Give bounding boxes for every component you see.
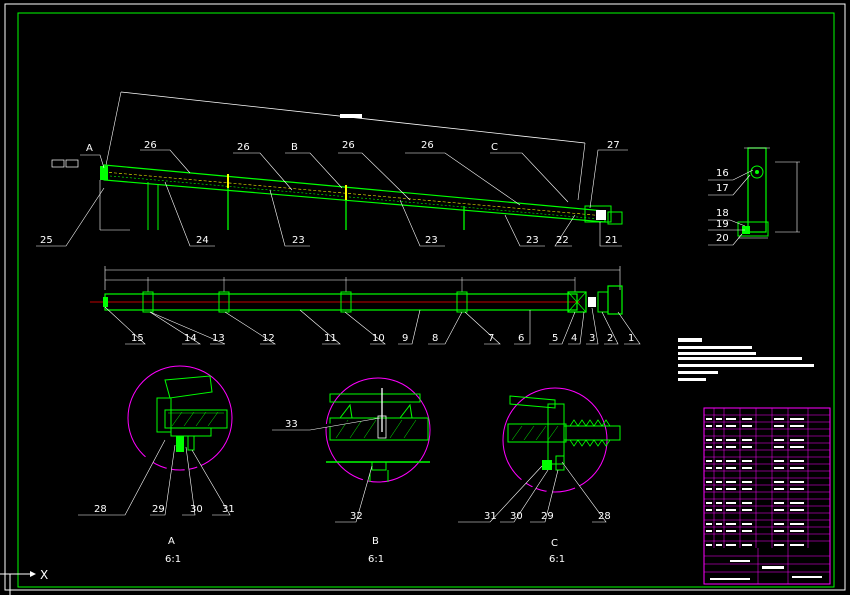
callout-21: 21	[605, 235, 618, 246]
callout-22: 22	[556, 235, 569, 246]
callout-19: 19	[716, 219, 729, 230]
detail-view-b: 33 32 B 6:1	[272, 377, 431, 565]
inner-frame	[17, 12, 835, 588]
callout-26-b: 26	[237, 142, 250, 153]
detail-a-label: A	[168, 536, 175, 547]
callout-17: 17	[716, 183, 729, 194]
callout-4: 4	[571, 333, 577, 344]
detail-a-scale: 6:1	[165, 554, 181, 565]
detail-a-callout-31: 31	[222, 504, 235, 515]
callout-a: A	[86, 143, 93, 154]
callout-26-d: 26	[421, 140, 434, 151]
plan-view: 15 14 13 12 11 10 9 8 7 6 5 4 3 2 1	[90, 266, 641, 345]
detail-c-callout-29: 29	[541, 511, 554, 522]
callout-5: 5	[552, 333, 558, 344]
callout-23-b: 23	[425, 235, 438, 246]
callout-26-a: 26	[144, 140, 157, 151]
callout-9: 9	[402, 333, 408, 344]
detail-c-callout-28: 28	[598, 511, 611, 522]
callout-12: 12	[262, 333, 275, 344]
callout-23-c: 23	[526, 235, 539, 246]
detail-c-callout-30: 30	[510, 511, 523, 522]
callout-23-a: 23	[292, 235, 305, 246]
callout-18: 18	[716, 208, 729, 219]
end-view: 16 17 18 19 20	[708, 147, 800, 246]
callout-1: 1	[628, 333, 634, 344]
ucs-x-label: X	[40, 568, 48, 582]
detail-a-callout-29: 29	[152, 504, 165, 515]
callout-2: 2	[607, 333, 613, 344]
detail-c-callout-31: 31	[484, 511, 497, 522]
callout-3: 3	[589, 333, 595, 344]
callout-13: 13	[212, 333, 225, 344]
callout-11: 11	[324, 333, 337, 344]
callout-10: 10	[372, 333, 385, 344]
ucs-icon: X	[0, 568, 48, 595]
callout-27: 27	[607, 140, 620, 151]
callout-25: 25	[40, 235, 53, 246]
callout-16: 16	[716, 168, 729, 179]
detail-b-callout-33: 33	[285, 419, 298, 430]
detail-b-scale: 6:1	[368, 554, 384, 565]
callout-24: 24	[196, 235, 209, 246]
callout-14: 14	[184, 333, 197, 344]
callout-6: 6	[518, 333, 524, 344]
callout-7: 7	[488, 333, 494, 344]
cad-drawing-canvas[interactable]: 26 26 B 26 26 C 27 A 25 24 23 23 23 22 2…	[0, 0, 850, 595]
detail-view-c: 31 30 29 28 C 6:1	[458, 387, 621, 565]
callout-20: 20	[716, 233, 729, 244]
elevation-view: 26 26 B 26 26 C 27 A 25 24 23 23 23 22 2…	[36, 91, 628, 247]
detail-a-callout-28: 28	[94, 504, 107, 515]
callout-b: B	[291, 142, 298, 153]
detail-view-a: 28 29 30 31 A 6:1	[78, 365, 235, 565]
callout-8: 8	[432, 333, 438, 344]
detail-b-callout-32: 32	[350, 511, 363, 522]
callout-26-c: 26	[342, 140, 355, 151]
detail-a-callout-30: 30	[190, 504, 203, 515]
technical-notes	[678, 338, 814, 381]
callout-15: 15	[131, 333, 144, 344]
title-block	[703, 407, 831, 585]
callout-c: C	[491, 142, 498, 153]
detail-c-scale: 6:1	[549, 554, 565, 565]
detail-b-label: B	[372, 536, 379, 547]
detail-c-label: C	[551, 538, 558, 549]
